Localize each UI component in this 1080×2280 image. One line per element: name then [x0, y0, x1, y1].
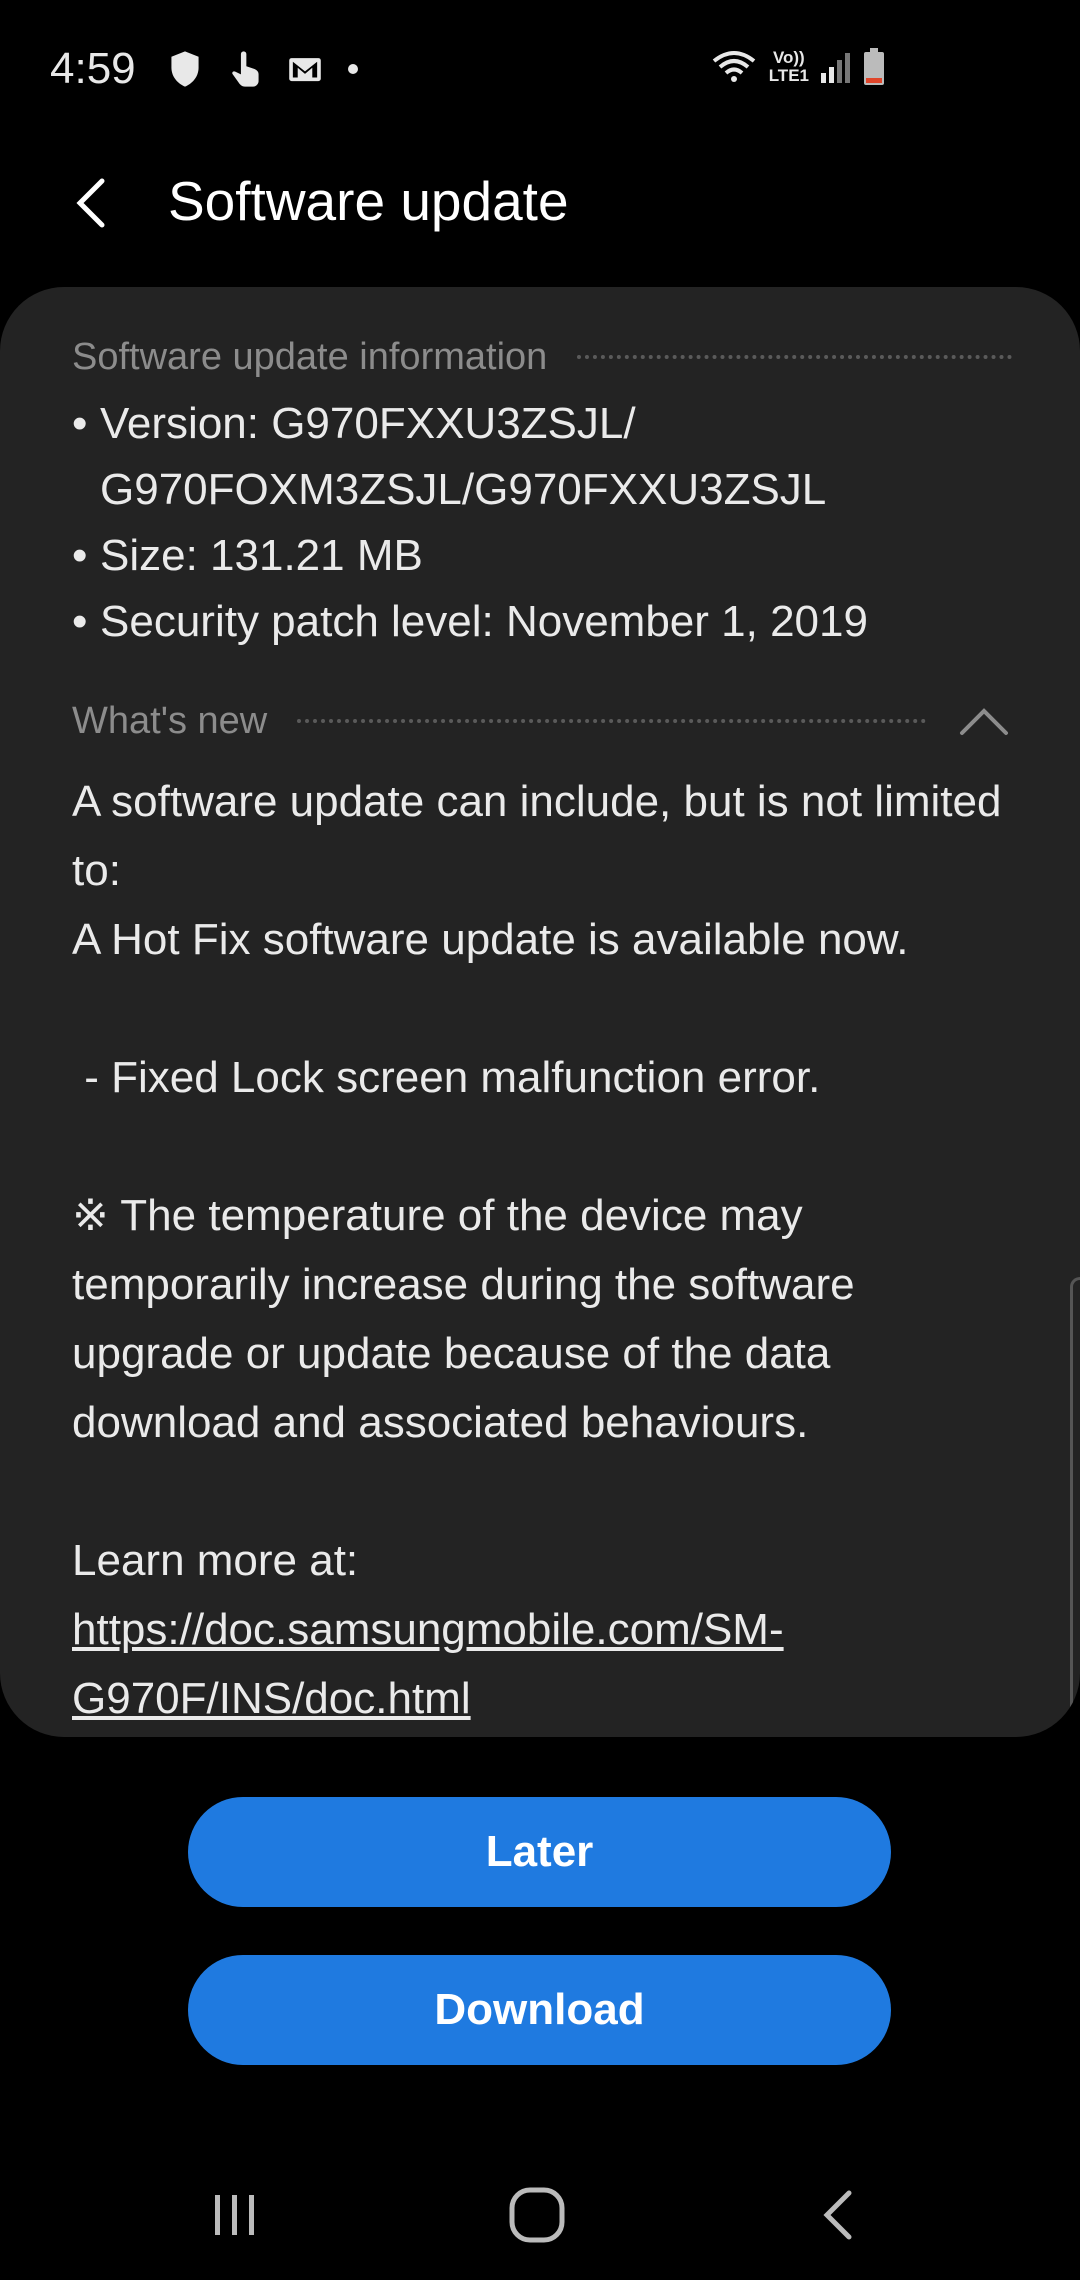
system-icons: Vo)) LTE1: [711, 48, 885, 86]
bullet: •: [72, 597, 88, 646]
divider-dots: [297, 719, 926, 723]
shield-icon: [171, 51, 199, 87]
signal-icon: [821, 53, 850, 83]
whats-new-header[interactable]: What's new: [72, 691, 1012, 751]
update-details-card[interactable]: Software update information • Version: G…: [0, 287, 1080, 1737]
app-bar: Software update: [0, 140, 1080, 270]
chevron-left-icon: [76, 178, 105, 228]
network-type: Vo)) LTE1: [768, 48, 809, 85]
recents-button[interactable]: [200, 2180, 270, 2250]
download-button[interactable]: Download: [188, 1955, 891, 2065]
size-text: Size: 131.21 MB: [100, 531, 423, 580]
battery-icon: [864, 48, 884, 85]
back-button[interactable]: [55, 168, 125, 238]
update-info-list: • Version: G970FXXU3ZSJL/ G970FOXM3ZSJL/…: [72, 391, 1012, 655]
learn-more-link[interactable]: https://doc.samsungmobile.com/SM-G970F/I…: [72, 1605, 784, 1723]
bullet: •: [72, 399, 88, 448]
whats-new-title: What's new: [72, 699, 268, 742]
version-text: Version: G970FXXU3ZSJL/ G970FOXM3ZSJL/G9…: [100, 399, 827, 514]
security-patch-text: Security patch level: November 1, 2019: [100, 597, 868, 646]
touch-icon: [232, 51, 259, 87]
screen: 4:59 Vo)) LTE1 Software update Software …: [0, 0, 1080, 2280]
notification-icons: [168, 50, 358, 88]
chevron-up-icon[interactable]: [956, 701, 1012, 741]
later-button[interactable]: Later: [188, 1797, 891, 1907]
bullet: •: [72, 531, 88, 580]
scrollbar[interactable]: [1070, 1277, 1080, 1717]
gmail-icon: [289, 58, 321, 82]
chevron-left-icon: [823, 2190, 852, 2240]
info-security-patch: • Security patch level: November 1, 2019: [72, 589, 1012, 655]
home-button[interactable]: [502, 2180, 572, 2250]
update-info-header: Software update information: [72, 327, 1012, 387]
update-details-content: Software update information • Version: G…: [72, 327, 1012, 1733]
divider-dots: [577, 355, 1012, 359]
wifi-icon: [712, 51, 755, 82]
info-size: • Size: 131.21 MB: [72, 523, 1012, 589]
page-title: Software update: [168, 170, 569, 232]
update-info-title: Software update information: [72, 335, 548, 378]
nav-back-button[interactable]: [802, 2180, 872, 2250]
recents-icon: [215, 2195, 254, 2235]
status-bar: 4:59 Vo)) LTE1: [0, 0, 1080, 140]
navigation-bar: [0, 2150, 1080, 2280]
info-version: • Version: G970FXXU3ZSJL/ G970FOXM3ZSJL/…: [72, 391, 1012, 523]
home-icon: [509, 2187, 565, 2243]
whats-new-body: A software update can include, but is no…: [72, 767, 1012, 1733]
whats-new-text: A software update can include, but is no…: [72, 777, 1002, 1585]
status-time: 4:59: [50, 44, 136, 93]
more-notifications-dot: [348, 64, 358, 74]
